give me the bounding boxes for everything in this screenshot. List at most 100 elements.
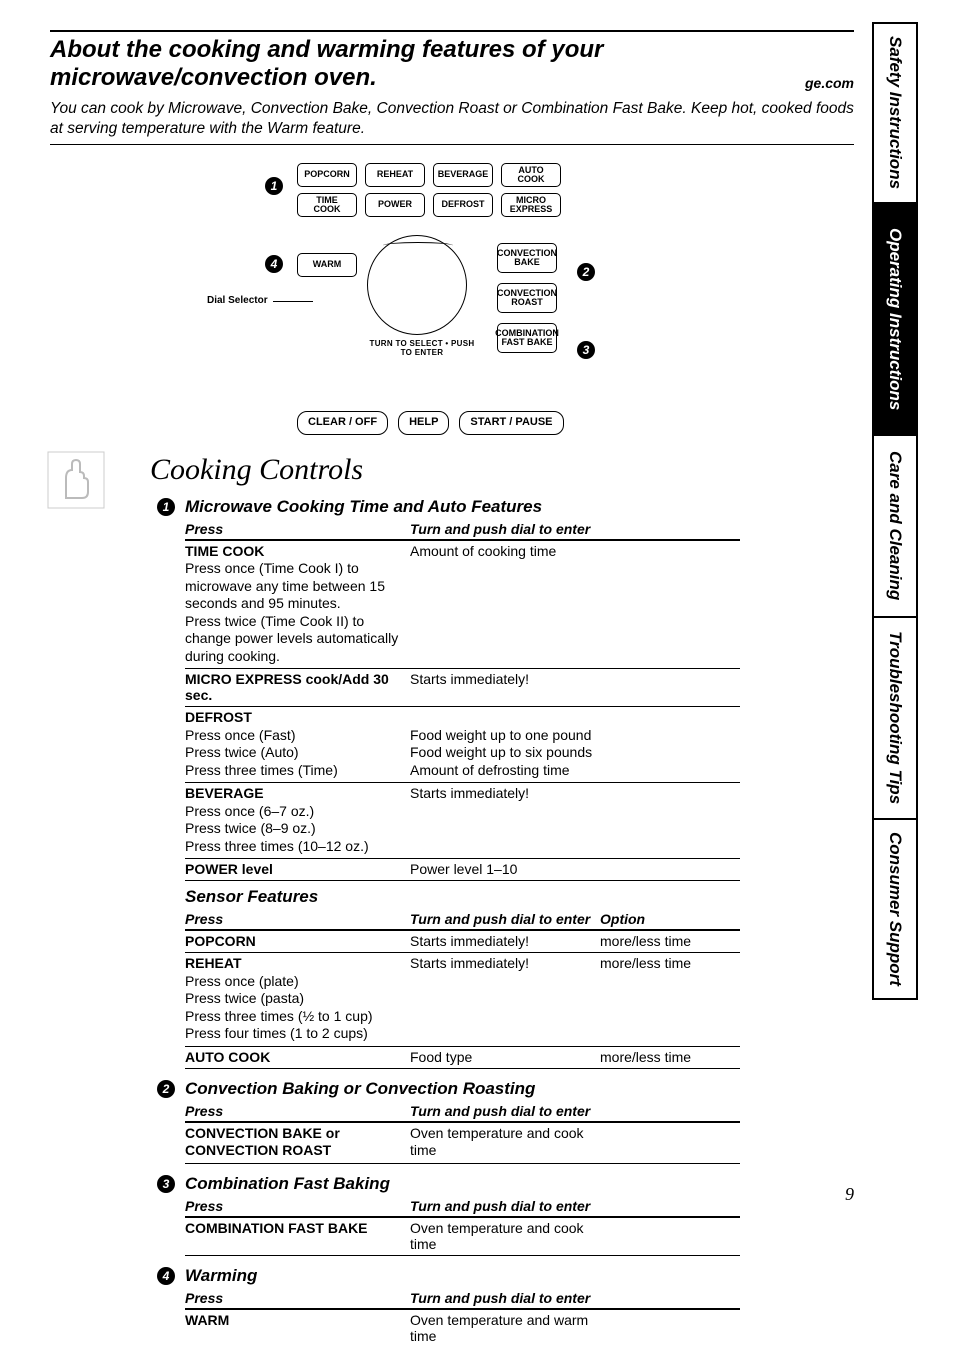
sensor-hdr-a: Press xyxy=(185,909,410,929)
circled-4-lead-icon: 4 xyxy=(157,1267,175,1285)
s3-r0-b: Oven temperature and cook time xyxy=(410,1220,600,1252)
sensor-header-row: Press Turn and push dial to enter Option xyxy=(185,909,740,931)
dial-wrap: TURN TO SELECT • PUSH TO ENTER xyxy=(367,235,477,357)
dial-leader-line xyxy=(273,301,313,302)
page-title-line2: microwave/convection oven. xyxy=(50,64,805,92)
s3-hdr-b: Turn and push dial to enter xyxy=(410,1196,600,1216)
tab-troubleshoot-label: Troubleshooting Tips xyxy=(885,631,905,804)
s1-row-powerlevel: POWER level Power level 1–10 xyxy=(185,859,740,881)
sensor-r0-lbl: POPCORN xyxy=(185,933,256,949)
s2-r0-b: Oven temperature and cook time xyxy=(410,1125,600,1160)
s1-row-beverage: BEVERAGEPress once (6–7 oz.) Press twice… xyxy=(185,783,740,859)
s3-r0-lbl: COMBINATION FAST BAKE xyxy=(185,1220,368,1236)
sensor-hdr-b: Turn and push dial to enter xyxy=(410,909,600,929)
s4-header-row: Press Turn and push dial to enter xyxy=(185,1288,740,1310)
panel-btn-microexpress: MICRO EXPRESS xyxy=(501,193,561,217)
s1-row-defrost: DEFROST Press once (Fast) Press twice (Au… xyxy=(185,707,740,783)
sensor-r2-c: more/less time xyxy=(600,1049,740,1065)
panel-btn-beverage: BEVERAGE xyxy=(433,163,493,187)
sensor-row-popcorn: POPCORN Starts immediately! more/less ti… xyxy=(185,931,740,953)
sensor-r1-sub: Press once (plate) Press twice (pasta) P… xyxy=(185,973,373,1042)
tab-care[interactable]: Care and Cleaning xyxy=(872,436,918,616)
tab-operating[interactable]: Operating Instructions xyxy=(872,204,918,434)
circled-4-icon: 4 xyxy=(265,255,283,273)
side-tabs: Safety Instructions Operating Instructio… xyxy=(872,22,918,1000)
header-rule xyxy=(50,30,854,32)
panel-row-2: TIME COOK POWER DEFROST MICRO EXPRESS xyxy=(297,193,561,217)
s2-r0-lbl: CONVECTION BAKE or CONVECTION ROAST xyxy=(185,1125,340,1159)
panel-btn-timecook: TIME COOK xyxy=(297,193,357,217)
tab-troubleshoot[interactable]: Troubleshooting Tips xyxy=(872,618,918,818)
sensor-r1-b: Starts immediately! xyxy=(410,955,600,1043)
panel-btn-defrost: DEFROST xyxy=(433,193,493,217)
dial-selector-icon xyxy=(367,235,467,335)
s1-r1-b: Starts immediately! xyxy=(410,671,600,703)
subhead-s4-title: Warming xyxy=(185,1266,257,1285)
page-title-line1: About the cooking and warming features o… xyxy=(50,36,854,64)
s3-header-row: Press Turn and push dial to enter xyxy=(185,1196,740,1218)
subhead-s1-title: Microwave Cooking Time and Auto Features xyxy=(185,497,542,516)
s1-r1-lbl: MICRO EXPRESS cook/Add 30 sec. xyxy=(185,671,389,703)
sensor-r0-c: more/less time xyxy=(600,933,740,949)
circled-1-lead-icon: 1 xyxy=(157,498,175,516)
sensor-r2-lbl: AUTO COOK xyxy=(185,1049,270,1065)
s2-row-convection: CONVECTION BAKE or CONVECTION ROAST Oven… xyxy=(185,1123,740,1164)
intro-text: You can cook by Microwave, Convection Ba… xyxy=(50,99,854,138)
sensor-r0-b: Starts immediately! xyxy=(410,933,600,949)
sensor-row-autocook: AUTO COOK Food type more/less time xyxy=(185,1047,740,1069)
s4-row-warm: WARM Oven temperature and warm time xyxy=(185,1310,740,1347)
tab-consumer[interactable]: Consumer Support xyxy=(872,820,918,1000)
s1-hdr-a: Press xyxy=(185,519,410,539)
subhead-s4: 4 Warming xyxy=(185,1266,740,1286)
s1-r4-lbl: POWER level xyxy=(185,861,273,877)
subhead-s1: 1 Microwave Cooking Time and Auto Featur… xyxy=(185,497,740,517)
s1-header-row: Press Turn and push dial to enter xyxy=(185,519,740,541)
s3-row-combo: COMBINATION FAST BAKE Oven temperature a… xyxy=(185,1218,740,1256)
circled-3-lead-icon: 3 xyxy=(157,1175,175,1193)
sensor-hdr-c: Option xyxy=(600,909,740,929)
s4-r0-b: Oven temperature and warm time xyxy=(410,1312,600,1344)
s1-r2-sub: Press once (Fast) Press twice (Auto) Pre… xyxy=(185,727,338,778)
s4-hdr-a: Press xyxy=(185,1288,410,1308)
s4-hdr-b: Turn and push dial to enter xyxy=(410,1288,600,1308)
dial-label: Dial Selector xyxy=(207,295,268,306)
s1-r0-lbl: TIME COOK xyxy=(185,543,264,559)
s4-r0-lbl: WARM xyxy=(185,1312,229,1328)
s1-r4-b: Power level 1–10 xyxy=(410,861,600,877)
subhead-s2-title: Convection Baking or Convection Roasting xyxy=(185,1079,535,1098)
circled-2-lead-icon: 2 xyxy=(157,1080,175,1098)
tab-care-label: Care and Cleaning xyxy=(885,451,905,600)
s1-r0-sub: Press once (Time Cook I) to microwave an… xyxy=(185,560,398,664)
panel-btn-combo-fastbake: COMBINATION FAST BAKE xyxy=(497,323,557,353)
control-panel-diagram: POPCORN REHEAT BEVERAGE AUTO COOK TIME C… xyxy=(237,163,667,443)
panel-btn-power: POWER xyxy=(365,193,425,217)
panel-btn-start-pause: START / PAUSE xyxy=(459,411,563,435)
subhead-sensor: Sensor Features xyxy=(185,887,740,907)
s1-r2-lbl: DEFROST xyxy=(185,709,252,725)
tab-safety[interactable]: Safety Instructions xyxy=(872,22,918,202)
circled-3-icon: 3 xyxy=(577,341,595,359)
panel-btn-warm: WARM xyxy=(297,253,357,277)
s1-row-timecook: TIME COOKPress once (Time Cook I) to mic… xyxy=(185,541,740,670)
s1-r2-b: Food weight up to one pound Food weight … xyxy=(410,709,600,779)
circled-1-icon: 1 xyxy=(265,177,283,195)
s1-r3-lbl: BEVERAGE xyxy=(185,785,264,801)
thin-rule xyxy=(50,144,854,145)
section-title-cooking-controls: Cooking Controls xyxy=(150,453,854,487)
panel-btn-popcorn: POPCORN xyxy=(297,163,357,187)
tab-consumer-label: Consumer Support xyxy=(885,832,905,986)
circled-2-icon: 2 xyxy=(577,263,595,281)
sensor-r2-b: Food type xyxy=(410,1049,600,1065)
panel-bottom-row: CLEAR / OFF HELP START / PAUSE xyxy=(297,411,564,435)
sensor-row-reheat: REHEATPress once (plate) Press twice (pa… xyxy=(185,953,740,1047)
s2-hdr-b: Turn and push dial to enter xyxy=(410,1101,600,1121)
subhead-s2: 2 Convection Baking or Convection Roasti… xyxy=(185,1079,740,1099)
s2-header-row: Press Turn and push dial to enter xyxy=(185,1101,740,1123)
tab-safety-label: Safety Instructions xyxy=(885,36,905,189)
hand-pointing-icon xyxy=(46,450,106,510)
s1-hdr-b: Turn and push dial to enter xyxy=(410,519,600,539)
panel-side-col: CONVECTION BAKE CONVECTION ROAST COMBINA… xyxy=(497,243,557,353)
panel-btn-conv-roast: CONVECTION ROAST xyxy=(497,283,557,313)
panel-btn-help: HELP xyxy=(398,411,449,435)
panel-btn-autocook: AUTO COOK xyxy=(501,163,561,187)
